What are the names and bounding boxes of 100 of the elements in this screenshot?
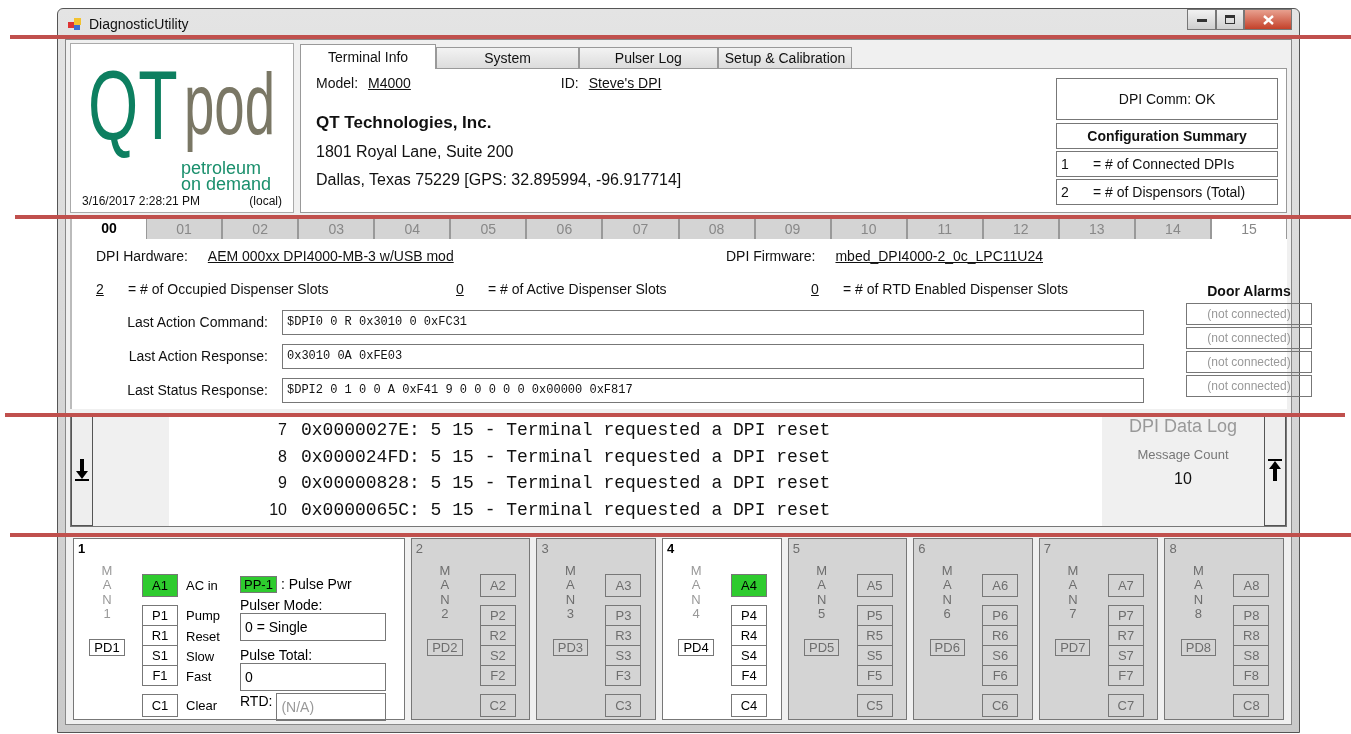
id-link[interactable]: Steve's DPI — [588, 75, 662, 91]
signal-indicator: F3 — [605, 665, 642, 686]
signal-indicator: P2 — [479, 605, 516, 626]
signal-indicator: R1 — [142, 625, 178, 646]
ac-indicator: A5 — [856, 574, 893, 597]
count-label: = # of Occupied Dispenser Slots — [128, 281, 329, 297]
pd-indicator: PD3 — [552, 639, 589, 657]
man-label: MAN8 — [1192, 564, 1205, 622]
man-label: MAN3 — [564, 564, 577, 622]
up-arrow-icon — [1268, 457, 1282, 483]
firmware-link[interactable]: mbed_DPI4000-2_0c_LPC11U24 — [835, 248, 1043, 264]
clear-indicator: C5 — [856, 694, 893, 717]
down-arrow-icon — [75, 457, 89, 483]
pd-indicator: PD4 — [678, 639, 714, 657]
pulse-total-field[interactable]: 0 — [239, 663, 386, 691]
signal-indicator: F4 — [731, 665, 768, 686]
logo-wordmark: QT — [88, 48, 178, 161]
comm-status: DPI Comm: OK — [1056, 78, 1278, 120]
tab[interactable]: Setup & Calibration — [717, 47, 853, 68]
log-title: DPI Data Log — [1128, 416, 1238, 437]
ac-indicator: A4 — [731, 574, 768, 597]
log-entry: 0x0000065C: 5 15 - Terminal requested a DPI reset — [301, 499, 831, 520]
indicator-label: Fast — [186, 668, 212, 684]
signal-indicator: F5 — [856, 665, 893, 686]
message-label: Last Action Command: — [126, 314, 269, 330]
door-alarms-title: Door Alarms — [1207, 283, 1291, 299]
signal-indicator: S7 — [1107, 645, 1144, 666]
signal-indicator: R6 — [982, 625, 1019, 646]
count-value[interactable]: 0 — [456, 281, 488, 297]
pulse-total-label: Pulse Total: — [239, 647, 313, 663]
tab[interactable]: Terminal Info — [300, 44, 437, 69]
signal-indicator: R5 — [856, 625, 893, 646]
indicator-label: Clear — [186, 698, 218, 713]
model-link[interactable]: M4000 — [368, 75, 411, 91]
signal-indicator: R3 — [605, 625, 642, 646]
indicator-label: Reset — [186, 628, 220, 644]
hardware-link[interactable]: AEM 000xx DPI4000-MB-3 w/USB mod — [207, 248, 454, 264]
maximize-button[interactable] — [1216, 9, 1244, 30]
door-alarm-status: (not connected) — [1186, 327, 1312, 349]
address-line: 1801 Royal Lane, Suite 200 — [316, 143, 515, 161]
rtd-label: RTD: — [239, 693, 273, 709]
summary-title: Configuration Summary — [1056, 123, 1278, 149]
tab[interactable]: Pulser Log — [578, 47, 718, 68]
company-name: QT Technologies, Inc. — [316, 113, 493, 133]
count-value[interactable]: 0 — [811, 281, 843, 297]
log-entry: 0x000024FD: 5 15 - Terminal requested a DPI reset — [301, 446, 831, 467]
window-title: DiagnosticUtility — [89, 16, 189, 32]
scroll-up-button[interactable] — [1264, 414, 1286, 526]
signal-indicator: P8 — [1233, 605, 1270, 626]
signal-indicator: S6 — [982, 645, 1019, 666]
message-label: Last Action Response: — [127, 348, 269, 364]
scroll-down-button[interactable] — [71, 414, 93, 526]
pulser-mode-label: Pulser Mode: — [239, 597, 323, 613]
indicator-label: AC in — [186, 578, 218, 593]
message-field[interactable]: $DPI0 0 R 0x3010 0 0xFC31 — [282, 309, 1144, 335]
log-entry: 0x0000027E: 5 15 - Terminal requested a DPI reset — [301, 420, 831, 441]
timezone-label: (local) — [249, 194, 282, 208]
minimize-button[interactable] — [1187, 9, 1216, 30]
pulser-mode-field[interactable]: 0 = Single — [239, 613, 386, 641]
door-alarm-status: (not connected) — [1186, 375, 1312, 397]
channel-tab[interactable]: 00 — [72, 217, 147, 239]
pd-indicator: PD8 — [1180, 639, 1217, 657]
signal-indicator: P7 — [1107, 605, 1144, 626]
signal-indicator: S2 — [479, 645, 516, 666]
man-label: MAN7 — [1066, 564, 1080, 622]
tab[interactable]: System — [436, 47, 579, 68]
dispenser-number: 8 — [1169, 541, 1177, 556]
signal-indicator: P6 — [982, 605, 1019, 626]
hardware-label: DPI Hardware: — [96, 248, 188, 264]
door-alarm-status: (not connected) — [1186, 303, 1312, 325]
pulse-power-indicator: PP-1 — [239, 576, 277, 593]
logo-tagline: petroleum — [180, 160, 261, 176]
signal-indicator: S5 — [856, 645, 893, 666]
message-field[interactable]: 0x3010 0A 0xFE03 — [282, 343, 1144, 369]
clear-indicator: C2 — [479, 694, 516, 717]
indicator-label: Pump — [186, 608, 220, 623]
pd-indicator: PD6 — [929, 639, 965, 657]
dispenser-number: 2 — [415, 541, 424, 556]
pd-indicator: PD1 — [89, 639, 125, 657]
ac-indicator: A8 — [1233, 574, 1270, 597]
man-label: MAN2 — [438, 564, 452, 622]
signal-indicator: F7 — [1107, 665, 1144, 686]
signal-indicator: S1 — [142, 645, 178, 666]
signal-indicator: R8 — [1233, 625, 1270, 646]
count-label: = # of RTD Enabled Dispenser Slots — [843, 281, 1069, 297]
close-button[interactable] — [1244, 9, 1292, 30]
man-label: MAN6 — [940, 564, 954, 622]
indicator-label: Slow — [186, 648, 215, 664]
signal-indicator: R7 — [1107, 625, 1144, 646]
ac-indicator: A7 — [1107, 574, 1144, 597]
door-alarm-status: (not connected) — [1186, 351, 1312, 373]
clear-indicator: C8 — [1233, 694, 1270, 717]
man-label: MAN4 — [689, 564, 703, 622]
clear-indicator: C6 — [982, 694, 1019, 717]
message-label: Last Status Response: — [126, 382, 269, 398]
count-value[interactable]: 2 — [96, 281, 128, 297]
summary-value: 1 — [1061, 156, 1070, 172]
message-count-label: Message Count — [1137, 447, 1229, 462]
model-label: Model: — [316, 75, 359, 91]
message-field[interactable]: $DPI2 0 1 0 0 A 0xF41 9 0 0 0 0 0 0x00000 0xF817 — [282, 377, 1144, 403]
